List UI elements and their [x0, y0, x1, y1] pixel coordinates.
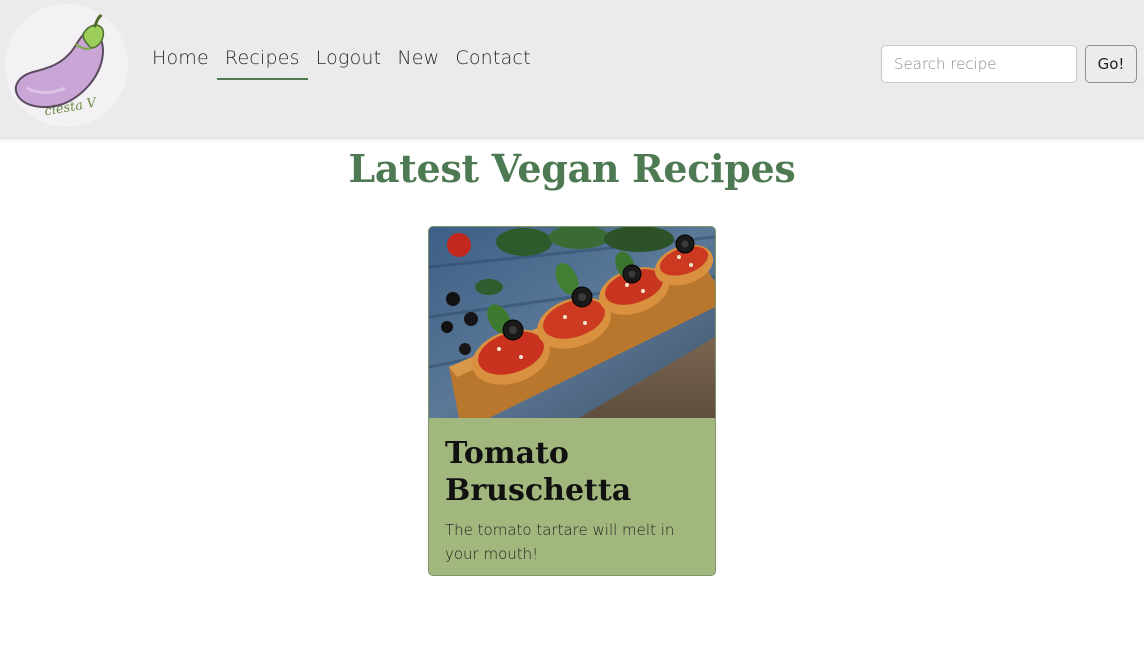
- recipe-card-title: Tomato Bruschetta: [445, 436, 632, 508]
- nav-contact-link[interactable]: Contact: [447, 44, 538, 80]
- main-nav: Home Recipes Logout New Contact: [144, 44, 539, 80]
- bruschetta-photo: [429, 227, 715, 418]
- nav-home-link[interactable]: Home: [144, 44, 217, 80]
- search-go-button[interactable]: Go!: [1085, 45, 1137, 83]
- recipe-card[interactable]: Tomato Bruschetta The tomato tartare wil…: [428, 226, 716, 576]
- nav-new-link[interactable]: New: [389, 44, 447, 80]
- eggplant-logo-icon: ciesta V: [14, 12, 105, 119]
- recipe-card-description: The tomato tartare will melt in your mou…: [445, 521, 675, 563]
- page-title: Latest Vegan Recipes: [348, 146, 796, 191]
- navbar: ciesta V Home Recipes Logout New Contact…: [0, 0, 1144, 139]
- search-input[interactable]: [881, 45, 1077, 83]
- nav-logout-link[interactable]: Logout: [308, 44, 390, 80]
- logo[interactable]: ciesta V: [5, 4, 128, 127]
- nav-recipes-link[interactable]: Recipes: [216, 44, 308, 80]
